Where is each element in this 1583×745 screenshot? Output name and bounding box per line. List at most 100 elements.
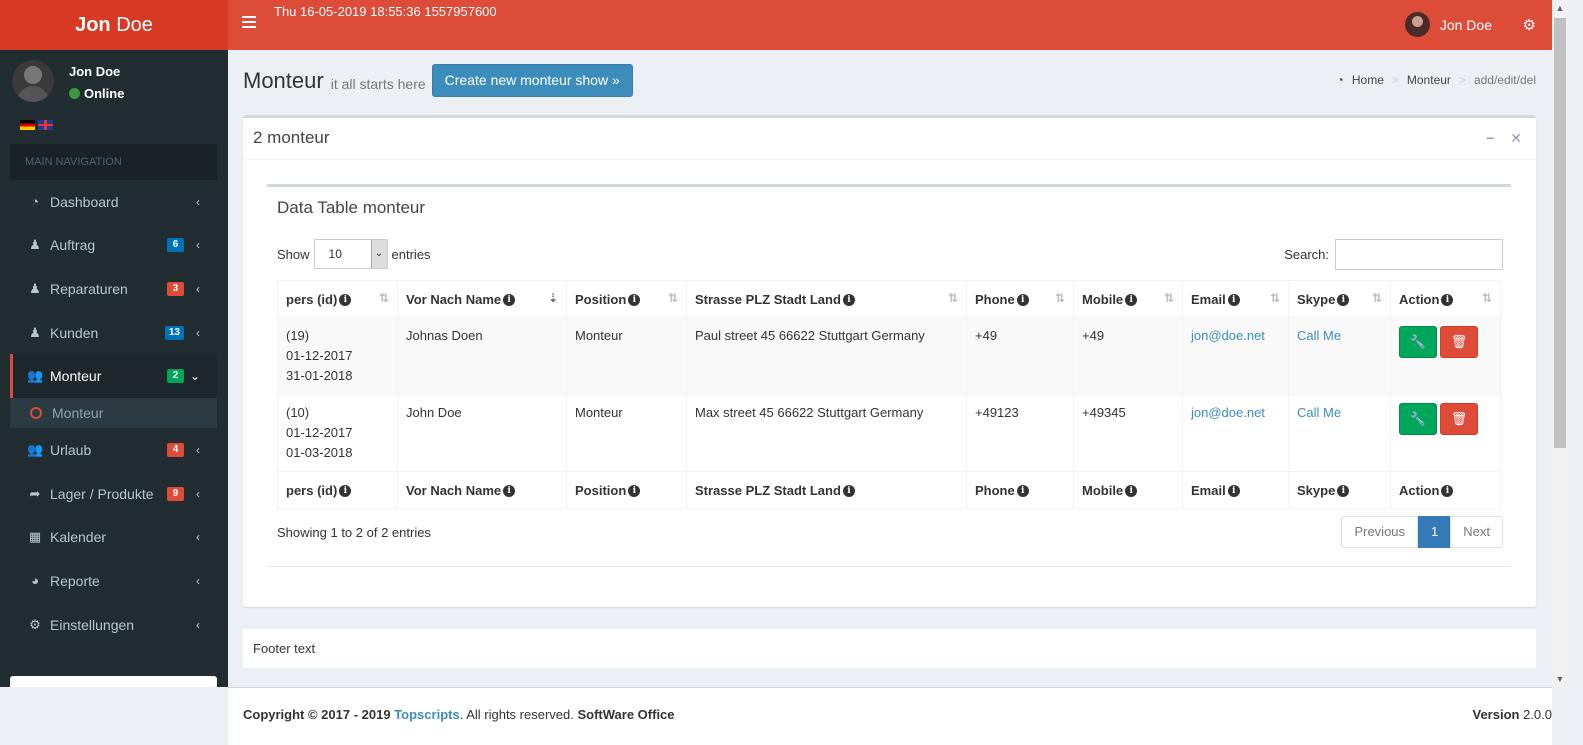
- rights-text: . All rights reserved.: [459, 707, 574, 722]
- col-header-pers-id[interactable]: pers (id) i ⇅: [277, 280, 398, 318]
- scroll-thumb[interactable]: [1554, 18, 1566, 448]
- entries-label: entries: [391, 246, 431, 262]
- page-scrollbar[interactable]: ▲ ▼: [1552, 0, 1568, 687]
- user-menu[interactable]: Jon Doe: [1404, 12, 1492, 37]
- cell-phone: +49: [966, 317, 1074, 395]
- cell-address: Max street 45 66622 Stuttgart Germany: [686, 394, 967, 472]
- main-footer: Copyright © 2017 - 2019 Topscripts. All …: [228, 687, 1552, 745]
- sidebar-search-field[interactable]: [10, 676, 217, 687]
- sidebar-item-label: Einstellungen: [50, 616, 135, 633]
- sort-icon: ⇅: [667, 291, 678, 305]
- close-icon[interactable]: ✕: [1510, 130, 1522, 147]
- info-icon: i: [1337, 294, 1350, 307]
- col-header-skype[interactable]: Skype i ⇅: [1288, 280, 1391, 318]
- chevron-down-icon: ⌄: [370, 240, 387, 268]
- sidebar-item-kunden[interactable]: ♟ Kunden 13 ‹: [10, 311, 217, 355]
- page-1-button[interactable]: 1: [1418, 516, 1452, 548]
- sort-icon: ⇅: [947, 291, 958, 305]
- scroll-down-icon[interactable]: ▼: [1552, 671, 1568, 687]
- next-page-button[interactable]: Next: [1450, 516, 1503, 548]
- column-label: Skype: [1297, 482, 1336, 498]
- sidebar-item-dashboard[interactable]: ◔ Dashboard ‹: [10, 180, 217, 224]
- cell-skype: Call Me: [1288, 317, 1391, 395]
- sidebar-item-urlaub[interactable]: 👥 Urlaub 4 ‹: [10, 428, 217, 472]
- email-link[interactable]: jon@doe.net: [1191, 328, 1265, 343]
- count-badge: 4: [167, 443, 184, 458]
- table-footer-row: pers (id) i Vor Nach Name i Position i Stra…: [277, 471, 1501, 509]
- company-link[interactable]: Topscripts: [394, 707, 460, 722]
- sidebar-item-lager-produkte[interactable]: ➦ Lager / Produkte 9 ‹: [10, 472, 217, 516]
- dashboard-icon: ◔: [1336, 73, 1344, 87]
- info-icon: i: [339, 485, 352, 498]
- sidebar-item-reporte[interactable]: ◕ Reporte ‹: [10, 559, 217, 603]
- trash-icon: 🗑: [1450, 411, 1468, 426]
- email-link[interactable]: jon@doe.net: [1191, 405, 1265, 420]
- info-icon: i: [1016, 294, 1029, 307]
- person-icon: ♟: [29, 324, 41, 340]
- skype-link[interactable]: Call Me: [1297, 405, 1341, 420]
- sidebar-item-auftrag[interactable]: ♟ Auftrag 6 ‹: [10, 224, 217, 268]
- sidebar-item-label: Reparaturen: [50, 280, 128, 297]
- edit-button[interactable]: 🔧: [1399, 403, 1437, 435]
- info-icon: i: [1227, 294, 1240, 307]
- sidebar-item-label: Reporte: [50, 572, 100, 589]
- sidebar-item-label: Monteur: [50, 368, 102, 385]
- copyright-years: Copyright © 2017 - 2019: [243, 707, 391, 722]
- scroll-up-icon[interactable]: ▲: [1552, 0, 1568, 16]
- sidebar-item-reparaturen[interactable]: ♟ Reparaturen 3 ‹: [10, 267, 217, 311]
- cell-skype: Call Me: [1288, 394, 1391, 472]
- delete-button[interactable]: 🗑: [1440, 403, 1478, 435]
- info-icon: i: [1125, 294, 1138, 307]
- col-header-action[interactable]: Action i ⇅: [1390, 280, 1501, 318]
- col-header-mobile[interactable]: Mobile i ⇅: [1073, 280, 1183, 318]
- search-input[interactable]: [1335, 239, 1503, 270]
- column-label: pers (id): [286, 482, 338, 498]
- status-label: Online: [84, 86, 125, 101]
- col-header-email[interactable]: Email i ⇅: [1182, 280, 1289, 318]
- flag-de-icon[interactable]: [20, 120, 35, 130]
- trash-icon: 🗑: [1450, 334, 1468, 349]
- col-header-phone[interactable]: Phone i ⇅: [966, 280, 1074, 318]
- edit-button[interactable]: 🔧: [1399, 326, 1437, 358]
- menu-toggle-icon[interactable]: [242, 16, 256, 30]
- app-logo[interactable]: Jon Doe: [0, 0, 228, 50]
- breadcrumb-home[interactable]: Home: [1352, 73, 1384, 87]
- col-header-name[interactable]: Vor Nach Name i ⇣: [397, 280, 567, 318]
- column-label: Phone: [975, 482, 1015, 498]
- entries-select[interactable]: 10 ⌄: [313, 239, 388, 269]
- skype-link[interactable]: Call Me: [1297, 328, 1341, 343]
- flag-gb-icon[interactable]: [38, 120, 53, 130]
- cell-name: Johnas Doen: [397, 317, 567, 395]
- info-icon: i: [628, 294, 641, 307]
- sidebar-item-label: Urlaub: [50, 442, 92, 459]
- create-monteur-button[interactable]: Create new monteur show »: [431, 64, 633, 97]
- delete-button[interactable]: 🗑: [1440, 326, 1478, 358]
- cell-address: Paul street 45 66622 Stuttgart Germany: [686, 317, 967, 395]
- foot-header: Vor Nach Name i: [397, 471, 567, 509]
- cell-position: Monteur: [566, 317, 687, 395]
- col-header-address[interactable]: Strasse PLZ Stadt Land i ⇅: [686, 280, 967, 318]
- sort-icon: ⇅: [378, 291, 389, 305]
- sidebar-item-kalender[interactable]: ▦ Kalender ‹: [10, 516, 217, 560]
- col-header-position[interactable]: Position i ⇅: [566, 280, 687, 318]
- column-label: Mobile: [1082, 482, 1124, 498]
- sidebar-item-einstellungen[interactable]: ⚙ Einstellungen ‹: [10, 603, 217, 647]
- foot-header: Skype i: [1288, 471, 1391, 509]
- circle-icon: [30, 407, 42, 420]
- sidebar-item-monteur[interactable]: 👥 Monteur 2 ⌄: [10, 354, 217, 399]
- info-icon: i: [1016, 485, 1029, 498]
- monteur-box: 2 monteur − ✕ Data Table monteur Show 10…: [243, 115, 1536, 607]
- breadcrumb-monteur[interactable]: Monteur: [1407, 73, 1451, 87]
- sort-icon: ⇅: [1269, 291, 1280, 305]
- sidebar: Jon Doe Online MAIN NAVIGATION ◔ Dashboa…: [0, 50, 228, 687]
- pie-chart-icon: ◕: [31, 573, 39, 589]
- search-label: Search:: [1284, 247, 1329, 262]
- info-icon: i: [1441, 294, 1454, 307]
- info-icon: i: [1125, 485, 1138, 498]
- minus-icon[interactable]: −: [1486, 130, 1494, 147]
- previous-page-button[interactable]: Previous: [1341, 516, 1419, 548]
- gears-icon[interactable]: ⚙: [1523, 16, 1536, 34]
- sidebar-subitem-monteur[interactable]: Monteur: [10, 398, 217, 429]
- column-label: Vor Nach Name: [406, 482, 502, 498]
- sidebar-subitem-label: Monteur: [52, 405, 104, 422]
